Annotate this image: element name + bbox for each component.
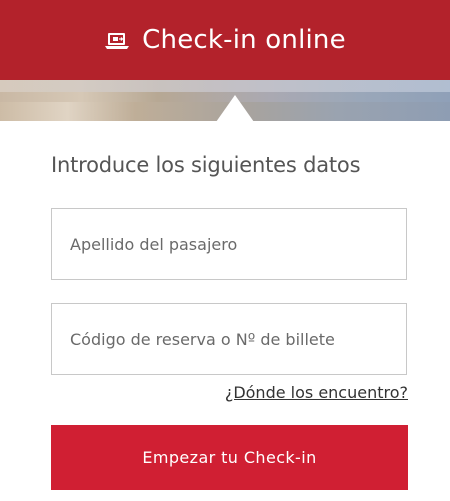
laptop-checkin-icon	[105, 33, 130, 49]
panel-pointer	[216, 95, 254, 122]
header-bar: Check-in online	[0, 0, 450, 80]
page-title: Check-in online	[142, 25, 346, 55]
booking-code-input[interactable]	[51, 303, 407, 375]
banner-sky	[0, 80, 450, 92]
form-heading: Introduce los siguientes datos	[51, 153, 361, 177]
passenger-surname-input[interactable]	[51, 208, 407, 280]
start-checkin-button[interactable]: Empezar tu Check-in	[51, 425, 408, 490]
where-to-find-link[interactable]: ¿Dónde los encuentro?	[225, 383, 408, 402]
